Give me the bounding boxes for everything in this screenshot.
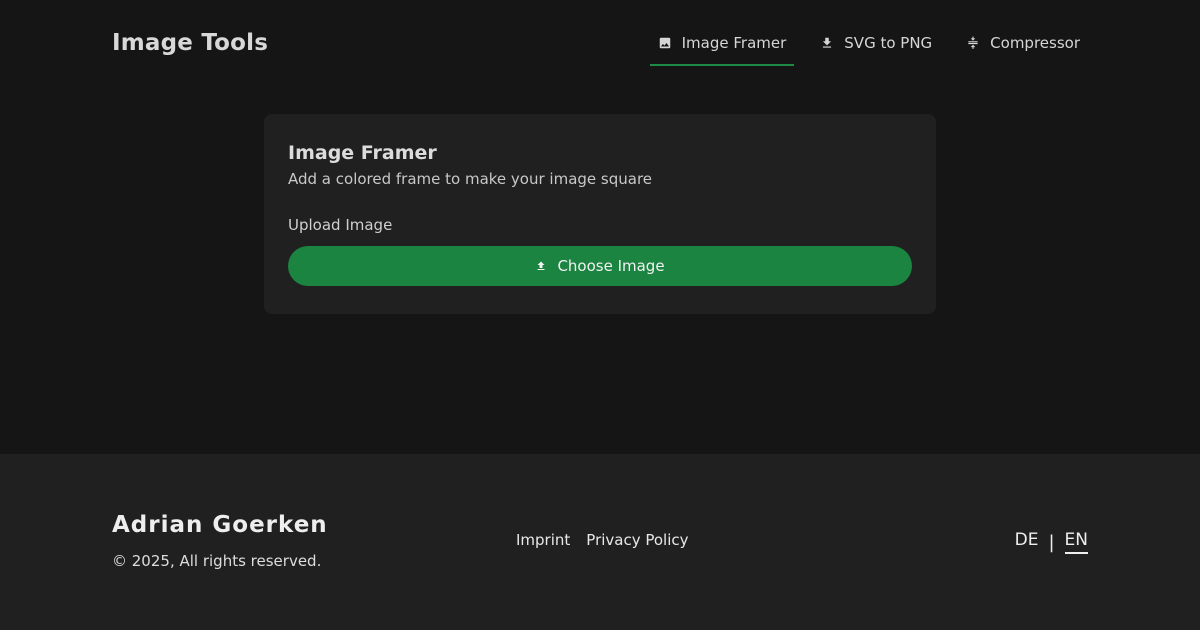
image-icon	[658, 36, 672, 50]
imprint-link[interactable]: Imprint	[516, 531, 570, 549]
upload-icon	[535, 260, 547, 272]
upload-label: Upload Image	[288, 216, 393, 234]
image-framer-card: Image Framer Add a colored frame to make…	[264, 114, 936, 314]
compress-icon	[966, 36, 980, 50]
choose-image-label: Choose Image	[557, 257, 665, 275]
brand-title[interactable]: Image Tools	[112, 30, 268, 56]
tab-label: Compressor	[990, 34, 1080, 52]
privacy-policy-link[interactable]: Privacy Policy	[586, 531, 688, 549]
choose-image-button[interactable]: Choose Image	[288, 246, 912, 286]
lang-en[interactable]: EN	[1064, 530, 1088, 554]
tab-label: Image Framer	[681, 34, 787, 52]
footer-links: Imprint Privacy Policy	[516, 531, 689, 549]
tab-svg-to-png[interactable]: SVG to PNG	[812, 22, 940, 66]
tab-label: SVG to PNG	[844, 34, 933, 52]
lang-de[interactable]: DE	[1015, 530, 1039, 554]
main-nav: Image Framer SVG to PNG Compressor	[649, 22, 1088, 66]
footer-author: Adrian Goerken	[112, 512, 328, 538]
language-switcher: DE | EN	[1015, 530, 1088, 554]
tab-image-framer[interactable]: Image Framer	[649, 22, 795, 66]
lang-separator: |	[1048, 531, 1055, 553]
tab-compressor[interactable]: Compressor	[958, 22, 1088, 66]
footer: Adrian Goerken © 2025, All rights reserv…	[0, 454, 1200, 630]
download-icon	[820, 36, 834, 50]
footer-copyright: © 2025, All rights reserved.	[112, 552, 322, 570]
header: Image Tools Image Framer SVG to PNG Comp…	[0, 0, 1200, 90]
card-description: Add a colored frame to make your image s…	[288, 170, 653, 188]
card-title: Image Framer	[288, 142, 437, 164]
